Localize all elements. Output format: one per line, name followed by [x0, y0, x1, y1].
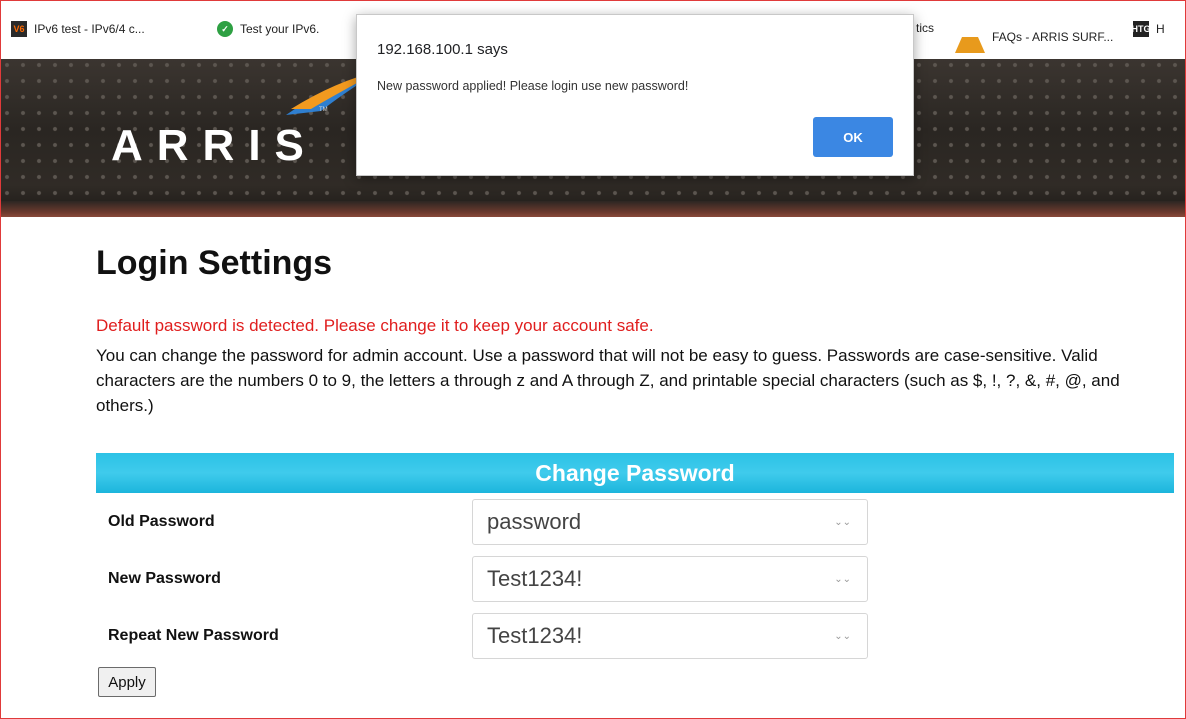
reveal-password-icon[interactable]: ⌄⌄ [834, 631, 851, 642]
bookmark-label: FAQs - ARRIS SURF... [992, 30, 1114, 44]
arris-icon [955, 21, 985, 53]
alert-dialog: 192.168.100.1 says New password applied!… [356, 14, 914, 176]
new-password-label: New Password [108, 570, 221, 587]
repeat-password-field[interactable]: ⌄⌄ [472, 613, 868, 659]
v6-icon: V6 [11, 21, 27, 37]
trademark-mark: TM [319, 107, 328, 113]
bookmark-label: Test your IPv6. [240, 22, 320, 36]
dialog-title: 192.168.100.1 says [377, 41, 508, 58]
old-password-field[interactable]: ⌄⌄ [472, 499, 868, 545]
old-password-label: Old Password [108, 513, 215, 530]
new-password-input[interactable] [487, 566, 817, 592]
page-title: Login Settings [96, 244, 333, 282]
dialog-message: New password applied! Please login use n… [377, 79, 689, 93]
new-password-field[interactable]: ⌄⌄ [472, 556, 868, 602]
ok-button[interactable]: OK [813, 117, 893, 157]
default-password-warning: Default password is detected. Please cha… [96, 316, 654, 335]
htg-icon: HTG [1132, 21, 1151, 37]
bookmark-label: IPv6 test - IPv6/4 c... [34, 22, 145, 36]
bookmark-label: tics [916, 21, 934, 35]
change-password-header: Change Password [96, 453, 1174, 493]
repeat-password-input[interactable] [487, 623, 817, 649]
bookmark-htg[interactable]: HTG H [1132, 21, 1165, 37]
bookmark-ipv6-test[interactable]: V6 IPv6 test - IPv6/4 c... [11, 21, 145, 37]
old-password-input[interactable] [487, 509, 817, 535]
password-description: You can change the password for admin ac… [96, 346, 1120, 415]
check-icon: ✓ [217, 21, 233, 37]
reveal-password-icon[interactable]: ⌄⌄ [834, 574, 851, 585]
reveal-password-icon[interactable]: ⌄⌄ [834, 517, 851, 528]
bookmark-label: H [1156, 22, 1165, 36]
arris-logo: ARRIS [111, 121, 318, 170]
apply-button[interactable]: Apply [98, 667, 156, 697]
repeat-password-label: Repeat New Password [108, 627, 279, 644]
bookmark-test-ipv6[interactable]: ✓ Test your IPv6. [217, 21, 319, 37]
bookmark-arris-faqs[interactable]: FAQs - ARRIS SURF... [955, 21, 1113, 53]
bookmark-partial[interactable]: tics [916, 21, 934, 35]
